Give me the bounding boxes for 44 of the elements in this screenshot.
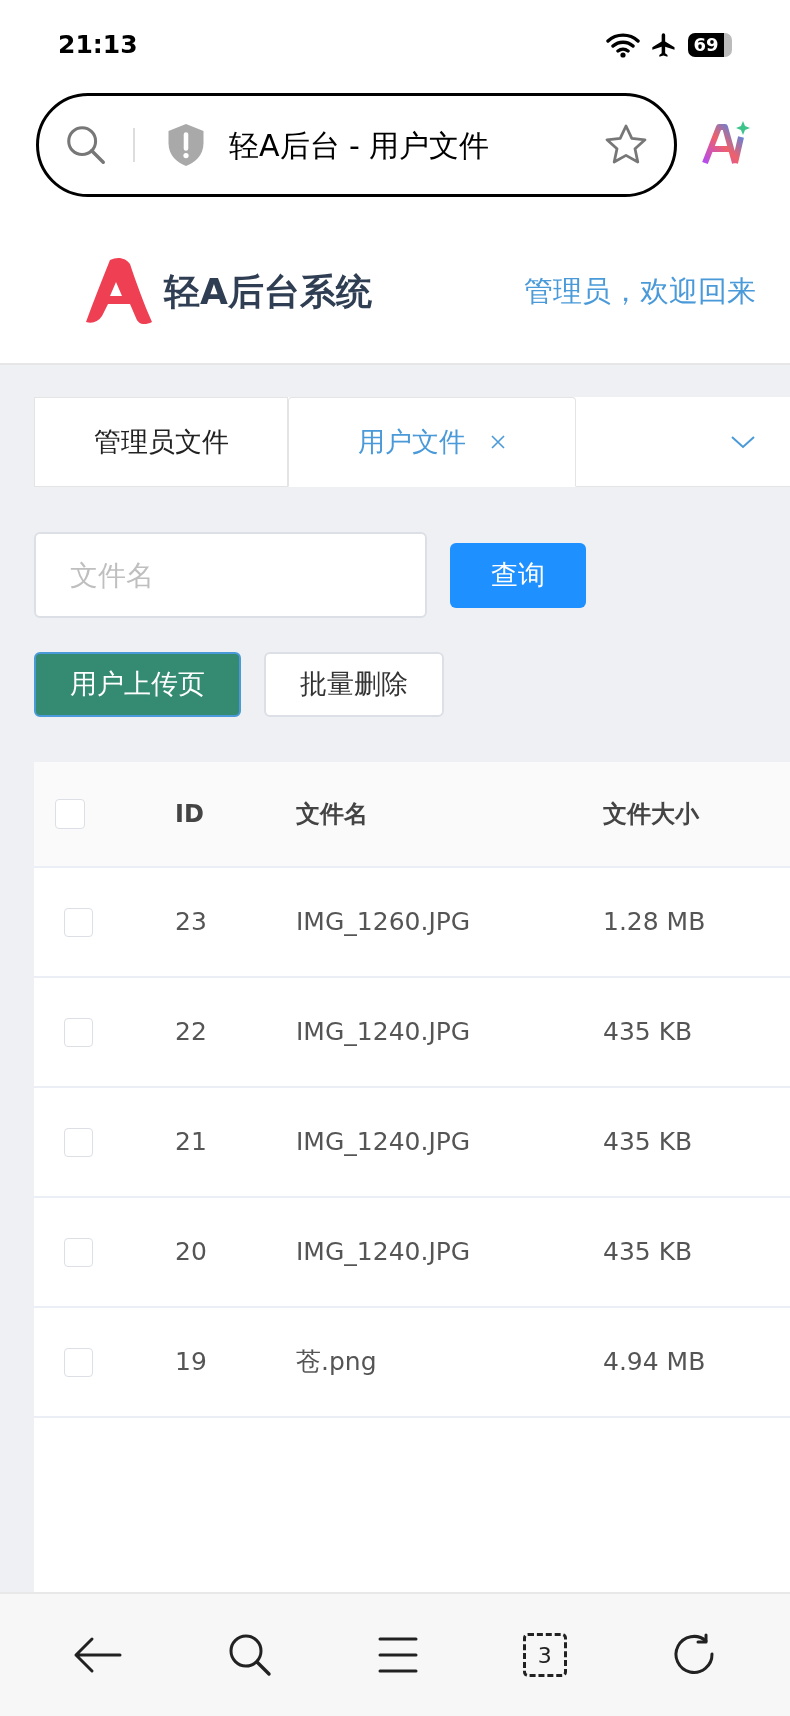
menu-icon[interactable]	[378, 1635, 418, 1675]
batch-delete-button[interactable]: 批量删除	[264, 652, 444, 717]
chevron-down-icon[interactable]	[730, 433, 756, 450]
column-header: ID	[175, 799, 205, 830]
table-cell-text: 23	[175, 906, 208, 939]
table-cell-text: IMG_1260.JPG	[296, 906, 472, 939]
table-cell-text: 1.28 MB	[603, 906, 706, 939]
welcome-text: 管理员，欢迎回来	[524, 272, 756, 310]
table-cell-text: 21	[175, 1126, 208, 1159]
app-title: 轻A后台系统	[164, 269, 372, 314]
table-cell-text: 4.94 MB	[603, 1346, 706, 1379]
battery-indicator: 69	[688, 33, 724, 57]
column-header: 文件大小	[603, 799, 699, 830]
page-title: 轻A后台 - 用户文件	[229, 126, 491, 165]
status-time: 21:13	[58, 29, 138, 62]
table-cell-text: 苍.png	[296, 1346, 378, 1379]
column-header: 文件名	[296, 799, 369, 830]
back-arrow-icon[interactable]	[72, 1635, 123, 1675]
checkbox[interactable]	[64, 1347, 93, 1377]
ai-icon[interactable]	[701, 119, 751, 167]
table-cell-text: 19	[175, 1346, 208, 1379]
battery-empty-part	[724, 33, 732, 57]
table-cell-text: IMG_1240.JPG	[296, 1236, 472, 1269]
checkbox[interactable]	[64, 907, 93, 937]
table-cell-text: IMG_1240.JPG	[296, 1126, 472, 1159]
tabs-count-button[interactable]: 3	[522, 1633, 567, 1677]
upload-page-button[interactable]: 用户上传页	[34, 652, 241, 717]
tab[interactable]: 管理员文件	[34, 397, 288, 487]
checkbox[interactable]	[64, 1017, 93, 1047]
table-cell-text: IMG_1240.JPG	[296, 1016, 472, 1049]
close-icon[interactable]	[490, 434, 506, 450]
table-cell-text: 435 KB	[603, 1016, 693, 1049]
address-bar[interactable]: 轻A后台 - 用户文件	[36, 93, 677, 197]
table-cell-text: 20	[175, 1236, 208, 1269]
search-icon[interactable]	[227, 1632, 274, 1678]
checkbox[interactable]	[64, 1127, 93, 1157]
table-cell-text: 22	[175, 1016, 208, 1049]
table-cell-text: 435 KB	[603, 1236, 693, 1269]
checkbox[interactable]	[64, 1237, 93, 1267]
wifi-icon	[606, 32, 640, 58]
checkbox[interactable]	[55, 799, 85, 829]
table-cell-text: 435 KB	[603, 1126, 693, 1159]
airplane-icon	[650, 31, 678, 59]
filename-field[interactable]: 文件名	[34, 532, 427, 618]
